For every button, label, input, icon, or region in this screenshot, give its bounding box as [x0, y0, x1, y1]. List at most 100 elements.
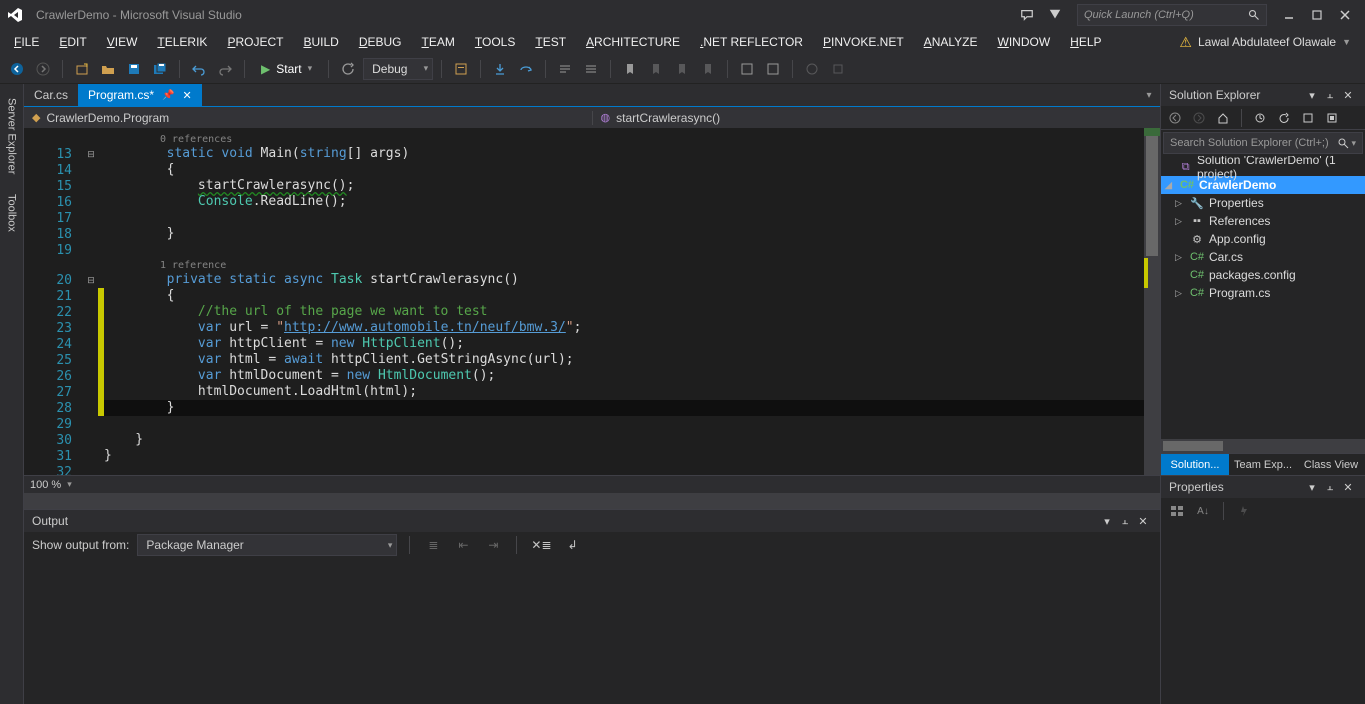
props-categorized-button[interactable] [1167, 501, 1187, 521]
se-showall-button[interactable] [1322, 108, 1342, 128]
output-clear-button[interactable]: ✕≣ [529, 534, 553, 556]
output-btn-3[interactable]: ⇥ [482, 534, 504, 556]
save-all-button[interactable] [149, 58, 171, 80]
menu-debug[interactable]: DEBUG [349, 32, 412, 52]
menu-view[interactable]: VIEW [97, 32, 148, 52]
maximize-button[interactable] [1303, 1, 1331, 29]
nav-back-button[interactable] [6, 58, 28, 80]
menu-file[interactable]: FILE [4, 32, 49, 52]
expand-icon[interactable]: ◢ [1165, 180, 1175, 191]
menu-pinvoke-net[interactable]: PINVOKE.NET [813, 32, 914, 52]
tab-solution-explorer[interactable]: Solution... [1161, 454, 1229, 475]
tree-node-packages-config[interactable]: C#packages.config [1161, 266, 1365, 284]
menu--net-reflector[interactable]: .NET REFLECTOR [690, 32, 813, 52]
props-pin-icon[interactable]: ⫠ [1321, 481, 1339, 494]
new-project-button[interactable] [71, 58, 93, 80]
menu-project[interactable]: PROJECT [217, 32, 293, 52]
signed-in-user[interactable]: ⚠ Lawal Abdulateef Olawale ▼ [1169, 34, 1361, 51]
menu-edit[interactable]: EDIT [49, 32, 96, 52]
props-alpha-button[interactable]: A↓ [1193, 501, 1213, 521]
se-refresh-button[interactable] [1274, 108, 1294, 128]
props-dropdown-icon[interactable]: ▾ [1303, 481, 1321, 494]
output-source-combo[interactable]: Package Manager [137, 534, 397, 556]
menu-telerik[interactable]: TELERIK [147, 32, 217, 52]
server-explorer-tab[interactable]: Server Explorer [4, 90, 20, 182]
se-forward-button[interactable] [1189, 108, 1209, 128]
output-wrap-button[interactable]: ↲ [562, 534, 584, 556]
editor-horizontal-scrollbar[interactable] [24, 493, 1160, 509]
se-sync-button[interactable] [1250, 108, 1270, 128]
expand-icon[interactable]: ▷ [1175, 216, 1185, 227]
tree-node-program-cs[interactable]: ▷C#Program.cs [1161, 284, 1365, 302]
nav-member-combo[interactable]: ◍ startCrawlerasync() [593, 111, 1161, 125]
editor-vertical-scrollbar[interactable] [1144, 128, 1160, 475]
toolbox-tab[interactable]: Toolbox [4, 186, 20, 240]
bookmark-button[interactable] [619, 58, 641, 80]
solution-config-combo[interactable]: Debug [363, 58, 433, 80]
menu-test[interactable]: TEST [525, 32, 576, 52]
expand-icon[interactable]: ▷ [1175, 288, 1185, 299]
start-debug-button[interactable]: ▶ Start ▾ [253, 58, 320, 80]
tabs-dropdown-button[interactable]: ▾ [1138, 84, 1160, 106]
zoom-dropdown-icon[interactable]: ▾ [67, 479, 72, 490]
solution-tree[interactable]: ⧉Solution 'CrawlerDemo' (1 project)◢C#Cr… [1161, 156, 1365, 439]
bookmark-clear-button[interactable] [697, 58, 719, 80]
minimize-button[interactable] [1275, 1, 1303, 29]
code-editor[interactable]: 1314151617181920212223242526272829303132… [24, 128, 1160, 475]
solution-explorer-search[interactable]: Search Solution Explorer (Ctrl+;) ▾ [1163, 132, 1363, 154]
se-pin-icon[interactable]: ⫠ [1321, 89, 1339, 102]
tree-node-app-config[interactable]: ⚙App.config [1161, 230, 1365, 248]
close-button[interactable] [1331, 1, 1359, 29]
tab-class-view[interactable]: Class View [1297, 454, 1365, 475]
toolbar-btn-b[interactable] [736, 58, 758, 80]
browser-refresh-button[interactable] [337, 58, 359, 80]
close-icon[interactable]: ✕ [183, 89, 192, 102]
doc-tab-car-cs[interactable]: Car.cs [24, 84, 78, 106]
pin-icon[interactable]: 📌 [162, 90, 174, 101]
open-file-button[interactable] [97, 58, 119, 80]
tree-node-properties[interactable]: ▷🔧Properties [1161, 194, 1365, 212]
se-close-icon[interactable]: ✕ [1339, 89, 1357, 102]
panel-close-icon[interactable]: ✕ [1134, 515, 1152, 528]
menu-analyze[interactable]: ANALYZE [914, 32, 988, 52]
quick-launch-input[interactable]: Quick Launch (Ctrl+Q) [1077, 4, 1267, 26]
toolbar-btn-e[interactable] [827, 58, 849, 80]
tree-node-solution-crawlerdemo-1-project-[interactable]: ⧉Solution 'CrawlerDemo' (1 project) [1161, 158, 1365, 176]
menu-architecture[interactable]: ARCHITECTURE [576, 32, 690, 52]
undo-button[interactable] [188, 58, 210, 80]
output-btn-1[interactable]: ≣ [422, 534, 444, 556]
step-into-button[interactable] [489, 58, 511, 80]
toolbar-btn-d[interactable] [801, 58, 823, 80]
menu-window[interactable]: WINDOW [987, 32, 1060, 52]
bookmark-next-button[interactable] [671, 58, 693, 80]
se-back-button[interactable] [1165, 108, 1185, 128]
se-horizontal-scrollbar[interactable] [1161, 439, 1365, 453]
bookmark-prev-button[interactable] [645, 58, 667, 80]
output-btn-2[interactable]: ⇤ [452, 534, 474, 556]
tab-team-explorer[interactable]: Team Exp... [1229, 454, 1297, 475]
doc-tab-program-cs-[interactable]: Program.cs*📌✕ [78, 84, 202, 106]
properties-grid[interactable] [1161, 524, 1365, 704]
step-over-button[interactable] [515, 58, 537, 80]
props-events-button[interactable] [1234, 501, 1254, 521]
menu-team[interactable]: TEAM [412, 32, 465, 52]
panel-pin-icon[interactable]: ⫠ [1116, 515, 1134, 528]
save-button[interactable] [123, 58, 145, 80]
uncomment-button[interactable] [580, 58, 602, 80]
toolbar-btn-c[interactable] [762, 58, 784, 80]
toolbar-btn-a[interactable] [450, 58, 472, 80]
notifications-icon[interactable] [1041, 1, 1069, 29]
output-text[interactable] [24, 558, 1160, 704]
menu-build[interactable]: BUILD [293, 32, 348, 52]
se-dropdown-icon[interactable]: ▾ [1303, 89, 1321, 102]
menu-tools[interactable]: TOOLS [465, 32, 525, 52]
nav-scope-combo[interactable]: ◆ CrawlerDemo.Program [24, 111, 593, 125]
panel-dropdown-icon[interactable]: ▾ [1098, 515, 1116, 528]
menu-help[interactable]: HELP [1060, 32, 1111, 52]
nav-forward-button[interactable] [32, 58, 54, 80]
tree-node-references[interactable]: ▷▪▪References [1161, 212, 1365, 230]
comment-button[interactable] [554, 58, 576, 80]
redo-button[interactable] [214, 58, 236, 80]
tree-node-car-cs[interactable]: ▷C#Car.cs [1161, 248, 1365, 266]
props-close-icon[interactable]: ✕ [1339, 481, 1357, 494]
